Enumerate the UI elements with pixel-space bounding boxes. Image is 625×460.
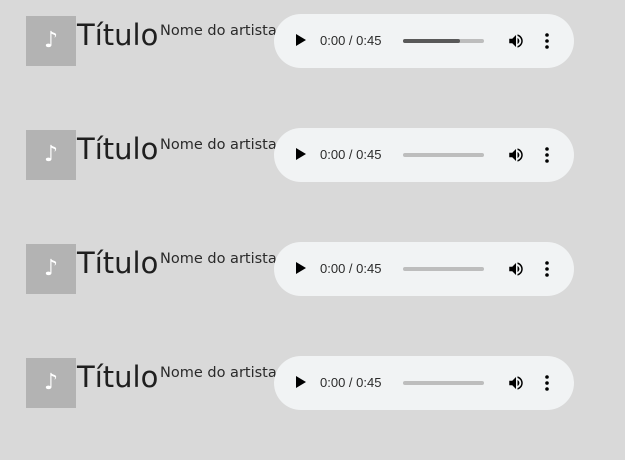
more-vert-icon[interactable]: [545, 261, 549, 277]
track-title: Título: [77, 246, 159, 280]
artist-name: Nome do artista: [160, 251, 277, 267]
time-display: 0:00 / 0:45: [320, 147, 382, 162]
volume-icon[interactable]: [507, 260, 525, 278]
play-icon[interactable]: [296, 262, 306, 274]
time-display: 0:00 / 0:45: [320, 375, 382, 390]
volume-icon[interactable]: [507, 374, 525, 392]
time-display: 0:00 / 0:45: [320, 261, 382, 276]
music-note-icon: ♪: [43, 28, 59, 53]
audio-player: 0:00 / 0:45: [274, 14, 574, 68]
progress-bar[interactable]: [403, 153, 484, 157]
track-title: Título: [77, 132, 159, 166]
more-vert-icon[interactable]: [545, 375, 549, 391]
cover-art: ♪: [26, 244, 76, 294]
artist-name: Nome do artista: [160, 137, 277, 153]
audio-player: 0:00 / 0:45: [274, 242, 574, 296]
artist-name: Nome do artista: [160, 23, 277, 39]
track-title: Título: [77, 18, 159, 52]
volume-icon[interactable]: [507, 146, 525, 164]
progress-bar[interactable]: [403, 267, 484, 271]
cover-art: ♪: [26, 358, 76, 408]
track-row: ♪ Título Nome do artista 0:00 / 0:45: [26, 14, 586, 68]
music-note-icon: ♪: [43, 256, 59, 281]
progress-fill: [403, 39, 460, 43]
track-row: ♪ Título Nome do artista 0:00 / 0:45: [26, 128, 586, 182]
music-note-icon: ♪: [43, 370, 59, 395]
play-icon[interactable]: [296, 34, 306, 46]
track-row: ♪ Título Nome do artista 0:00 / 0:45: [26, 242, 586, 296]
more-vert-icon[interactable]: [545, 33, 549, 49]
audio-player: 0:00 / 0:45: [274, 128, 574, 182]
play-icon[interactable]: [296, 376, 306, 388]
progress-bar[interactable]: [403, 381, 484, 385]
music-note-icon: ♪: [43, 142, 59, 167]
play-icon[interactable]: [296, 148, 306, 160]
time-display: 0:00 / 0:45: [320, 33, 382, 48]
track-row: ♪ Título Nome do artista 0:00 / 0:45: [26, 356, 586, 410]
more-vert-icon[interactable]: [545, 147, 549, 163]
progress-bar[interactable]: [403, 39, 484, 43]
track-title: Título: [77, 360, 159, 394]
audio-player: 0:00 / 0:45: [274, 356, 574, 410]
volume-icon[interactable]: [507, 32, 525, 50]
cover-art: ♪: [26, 16, 76, 66]
cover-art: ♪: [26, 130, 76, 180]
artist-name: Nome do artista: [160, 365, 277, 381]
